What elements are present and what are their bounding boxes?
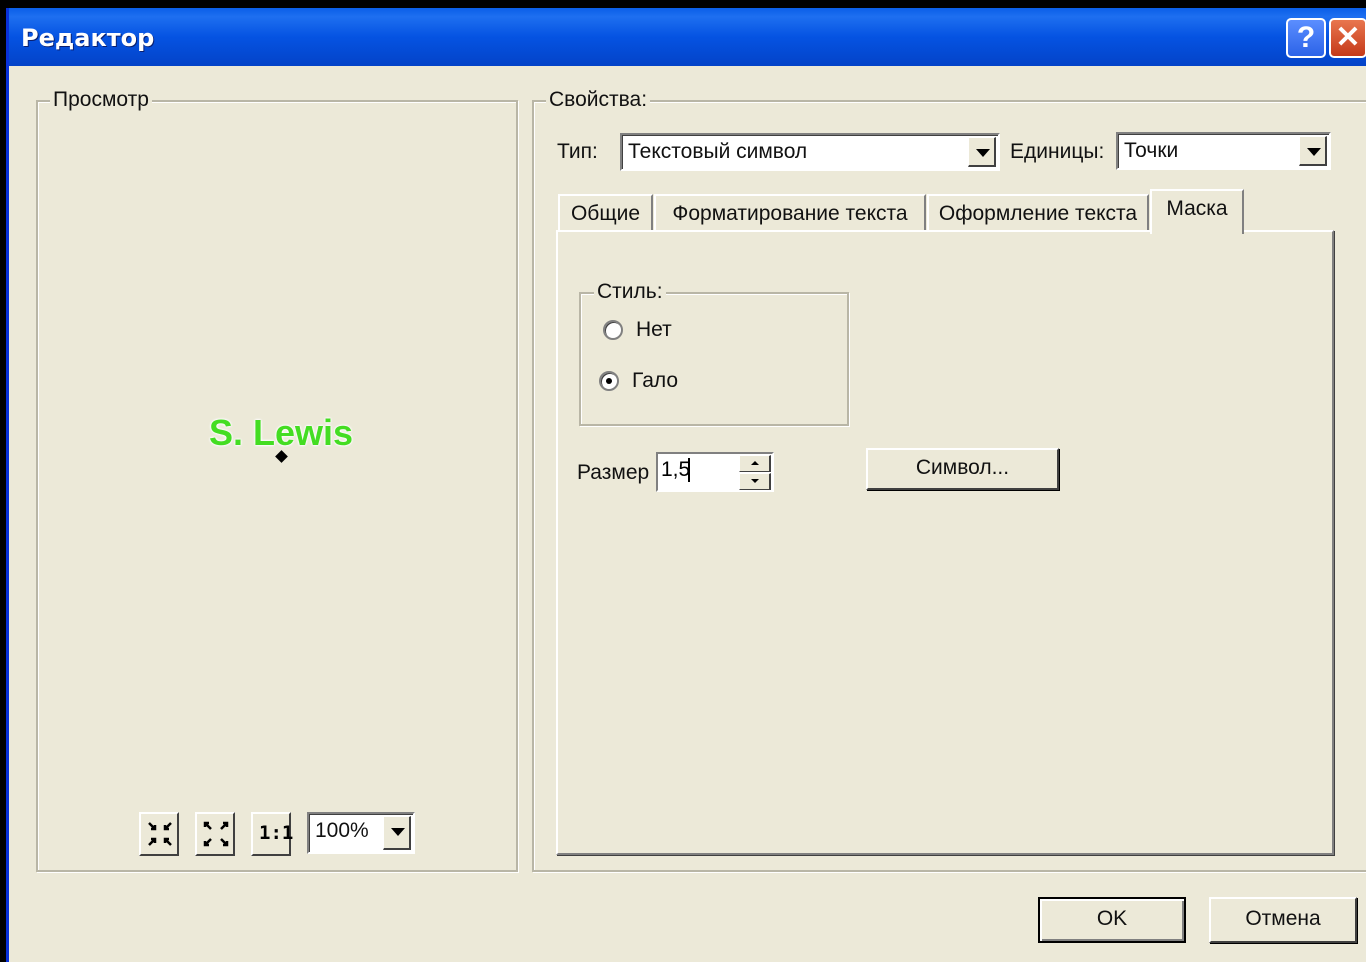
style-none-label[interactable]: Нет xyxy=(636,318,672,342)
help-button[interactable]: ? xyxy=(1286,18,1326,58)
fit-extent-button[interactable] xyxy=(195,812,235,856)
preview-group xyxy=(36,100,518,872)
zoom-value: 100% xyxy=(315,819,369,842)
editor-dialog: Редактор ? ✕ Просмотр S. Lewis 1:1 100% … xyxy=(6,8,1366,962)
spin-up-icon[interactable] xyxy=(739,455,771,472)
units-value: Точки xyxy=(1124,139,1179,162)
size-label: Размер xyxy=(577,461,650,484)
ok-button[interactable]: OK xyxy=(1038,897,1186,943)
chevron-down-icon[interactable] xyxy=(968,137,996,167)
window-title: Редактор xyxy=(21,24,155,52)
type-select[interactable]: Текстовый символ xyxy=(620,133,1000,171)
type-label: Тип: xyxy=(557,140,598,163)
units-select[interactable]: Точки xyxy=(1116,132,1331,170)
actual-size-button[interactable]: 1:1 xyxy=(251,812,294,856)
chevron-down-icon[interactable] xyxy=(383,816,411,850)
properties-group-label: Свойства: xyxy=(546,88,651,112)
style-halo-radio[interactable] xyxy=(599,371,619,391)
size-input[interactable]: 1,5 xyxy=(661,458,690,482)
actual-size-icon: 1:1 xyxy=(259,822,294,844)
style-group xyxy=(579,292,849,426)
fit-extent-icon xyxy=(203,821,229,847)
zoom-in-button[interactable] xyxy=(139,812,179,856)
size-spinner[interactable]: 1,5 xyxy=(656,452,774,492)
preview-group-label: Просмотр xyxy=(50,88,152,112)
units-label: Единицы: xyxy=(1010,140,1105,163)
style-none-radio[interactable] xyxy=(603,320,623,340)
close-button[interactable]: ✕ xyxy=(1329,18,1366,58)
chevron-down-icon[interactable] xyxy=(1299,136,1327,166)
symbol-button[interactable]: Символ... xyxy=(866,448,1059,490)
cancel-button[interactable]: Отмена xyxy=(1209,897,1357,943)
zoom-in-icon xyxy=(148,822,172,846)
tab-mask[interactable]: Маска xyxy=(1150,189,1244,234)
style-halo-label[interactable]: Гало xyxy=(632,369,678,393)
zoom-select[interactable]: 100% xyxy=(307,812,415,854)
tab-text-formatting[interactable]: Форматирование текста xyxy=(654,194,926,230)
title-bar[interactable]: Редактор ? ✕ xyxy=(9,8,1366,66)
preview-sample-text: S. Lewis xyxy=(209,412,354,453)
text-caret xyxy=(688,458,690,482)
tab-general[interactable]: Общие xyxy=(558,194,653,230)
style-group-label: Стиль: xyxy=(594,280,666,304)
tab-text-decoration[interactable]: Оформление текста xyxy=(927,194,1149,230)
spin-down-icon[interactable] xyxy=(739,473,771,490)
type-value: Текстовый символ xyxy=(628,140,808,163)
